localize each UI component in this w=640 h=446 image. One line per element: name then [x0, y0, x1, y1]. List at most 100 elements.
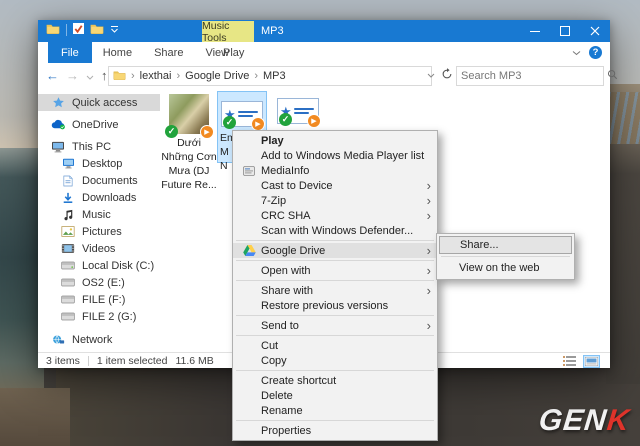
tab-home[interactable]: Home [92, 42, 143, 63]
context-menu-item-restore-previous[interactable]: Restore previous versions [233, 298, 437, 313]
forward-button[interactable]: → [66, 68, 79, 83]
watermark-text-white: GEN [538, 404, 609, 437]
context-menu-item-google-drive[interactable]: Google Drive› [233, 243, 437, 258]
tab-file[interactable]: File [48, 42, 92, 63]
address-dropdown-chevron-icon[interactable] [427, 69, 435, 81]
sidebar-item-os2-e[interactable]: OS2 (E:) [38, 274, 160, 291]
context-menu-item-cut[interactable]: Cut [233, 338, 437, 353]
sidebar-item-music[interactable]: Music [38, 206, 160, 223]
sidebar-item-desktop[interactable]: Desktop [38, 155, 160, 172]
picture-icon [60, 225, 76, 239]
breadcrumb-item[interactable]: Google Drive [185, 70, 249, 82]
file-name: Dưới Những Cơn Mưa (DJ Future Re... [152, 136, 226, 192]
submenu-item-share[interactable]: Share... [439, 236, 572, 254]
download-arrow-icon [60, 191, 76, 205]
computer-icon [50, 140, 66, 154]
music-tools-contextual-tab[interactable]: Music Tools [202, 21, 254, 42]
details-view-button[interactable] [561, 355, 578, 368]
context-menu-item-send-to[interactable]: Send to› [233, 318, 437, 333]
context-menu-item-crc-sha[interactable]: CRC SHA› [233, 208, 437, 223]
submenu-arrow-icon: › [417, 179, 435, 192]
video-icon [60, 242, 76, 256]
context-menu-item-share-with[interactable]: Share with› [233, 283, 437, 298]
sidebar-item-onedrive[interactable]: OneDrive [38, 116, 160, 133]
minimize-button[interactable] [520, 20, 550, 42]
context-menu-item-play[interactable]: Play [233, 133, 437, 148]
menu-separator [441, 256, 570, 257]
submenu-arrow-icon: › [417, 194, 435, 207]
tab-share[interactable]: Share [143, 42, 194, 63]
folder-icon[interactable] [90, 23, 104, 37]
sidebar-item-videos[interactable]: Videos [38, 240, 160, 257]
context-menu-item-open-with[interactable]: Open with› [233, 263, 437, 278]
address-bar-row: ← → ↑ › lexthai › Google Drive › MP3 [38, 63, 610, 89]
title-bar: Music Tools MP3 [38, 20, 610, 42]
submenu-arrow-icon: › [417, 209, 435, 222]
checkmark-icon[interactable] [73, 23, 84, 37]
menu-separator [236, 370, 434, 371]
submenu-arrow-icon: › [417, 264, 435, 277]
sidebar-item-documents[interactable]: Documents [38, 172, 160, 189]
sidebar-item-file-f[interactable]: FILE (F:) [38, 291, 160, 308]
music-note-icon [60, 208, 76, 222]
up-button[interactable]: ↑ [101, 68, 108, 83]
context-menu-item-copy[interactable]: Copy [233, 353, 437, 368]
sidebar-item-pictures[interactable]: Pictures [38, 223, 160, 240]
mp3-file-icon: ★ ✓ ▶ [221, 101, 263, 127]
sync-check-icon: ✓ [279, 113, 292, 126]
menu-separator [236, 335, 434, 336]
sync-check-icon: ✓ [223, 116, 236, 129]
context-menu-item-properties[interactable]: Properties [233, 423, 437, 438]
sidebar-item-downloads[interactable]: Downloads [38, 189, 160, 206]
folder-icon[interactable] [46, 23, 60, 37]
back-button[interactable]: ← [46, 68, 59, 83]
sidebar-item-this-pc[interactable]: This PC [38, 138, 160, 155]
play-overlay-icon: ▶ [251, 117, 265, 131]
search-icon[interactable] [607, 69, 618, 83]
drive-icon [60, 293, 76, 307]
context-menu-item-7zip[interactable]: 7-Zip› [233, 193, 437, 208]
breadcrumb-item[interactable]: MP3 [263, 70, 286, 82]
context-menu-item-mediainfo[interactable]: MediaInfo [233, 163, 437, 178]
desktop: GENK Music Tools MP3 File Home [0, 0, 640, 446]
context-menu-item-create-shortcut[interactable]: Create shortcut [233, 373, 437, 388]
breadcrumb-separator: › [130, 70, 136, 82]
thumbnail-view-button[interactable] [583, 355, 600, 368]
refresh-icon[interactable] [441, 68, 453, 83]
maximize-button[interactable] [550, 20, 580, 42]
submenu-arrow-icon: › [417, 319, 435, 332]
sidebar-item-network[interactable]: Network [38, 331, 160, 348]
tab-play[interactable]: Play [208, 42, 259, 63]
context-menu-item-add-to-wmp[interactable]: Add to Windows Media Player list [233, 148, 437, 163]
window-title: MP3 [261, 20, 284, 42]
status-divider [88, 356, 89, 366]
search-input[interactable] [457, 70, 607, 82]
genk-watermark: GENK [538, 404, 632, 438]
recent-locations-chevron-icon[interactable] [86, 68, 94, 83]
ribbon-expand-chevron-icon[interactable] [572, 47, 581, 59]
document-icon [60, 174, 76, 188]
context-menu-item-cast-to-device[interactable]: Cast to Device› [233, 178, 437, 193]
quick-access-toolbar [46, 23, 119, 37]
breadcrumb-item[interactable]: lexthai [140, 70, 172, 82]
onedrive-cloud-icon [50, 118, 66, 132]
sidebar-item-local-disk-c[interactable]: Local Disk (C:) [38, 257, 160, 274]
navigation-pane: Quick access OneDrive This PC Desktop Do… [38, 88, 160, 352]
menu-separator [236, 280, 434, 281]
close-button[interactable] [580, 20, 610, 42]
context-menu-item-delete[interactable]: Delete [233, 388, 437, 403]
folder-icon [113, 70, 126, 83]
sidebar-item-file2-g[interactable]: FILE 2 (G:) [38, 308, 160, 325]
menu-separator [236, 420, 434, 421]
submenu-item-view-on-web[interactable]: View on the web [439, 259, 572, 277]
google-drive-icon [237, 245, 261, 256]
sidebar-item-quick-access[interactable]: Quick access [38, 94, 160, 111]
qat-customize-chevron-icon[interactable] [110, 24, 119, 36]
context-menu-item-scan-defender[interactable]: Scan with Windows Defender... [233, 223, 437, 238]
context-menu-item-rename[interactable]: Rename [233, 403, 437, 418]
desktop-icon [60, 157, 76, 171]
address-bar[interactable]: › lexthai › Google Drive › MP3 [108, 66, 432, 86]
google-drive-submenu: Share... View on the web [436, 233, 575, 280]
mp3-file-icon: ★ ✓ ▶ [277, 98, 319, 124]
help-icon[interactable]: ? [589, 46, 602, 59]
